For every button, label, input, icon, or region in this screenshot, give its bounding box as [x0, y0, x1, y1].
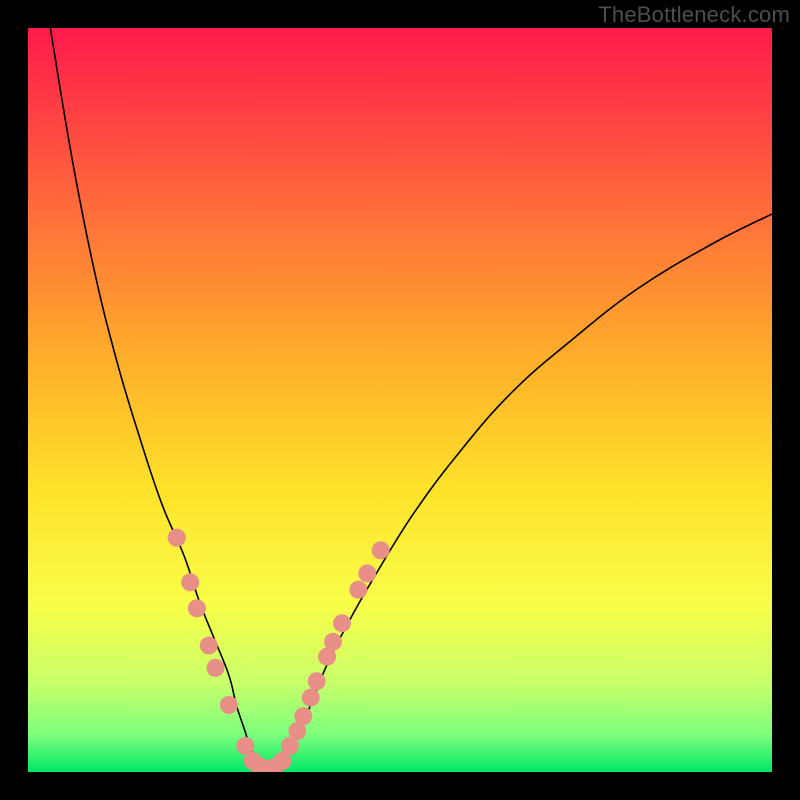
marker-dot: [358, 564, 376, 582]
marker-dot: [206, 659, 224, 677]
frame: TheBottleneck.com: [0, 0, 800, 800]
chart-canvas: [28, 28, 772, 772]
marker-dot: [333, 614, 351, 632]
watermark-text: TheBottleneck.com: [598, 2, 790, 28]
marker-dot: [220, 696, 238, 714]
marker-dot: [181, 573, 199, 591]
marker-dot: [349, 581, 367, 599]
marker-dot: [294, 707, 312, 725]
marker-dot: [372, 541, 390, 559]
marker-dot: [302, 689, 320, 707]
marker-dot: [324, 633, 342, 651]
marker-dot: [168, 529, 186, 547]
marker-dot: [188, 599, 206, 617]
gradient-background: [28, 28, 772, 772]
plot-area: [28, 28, 772, 772]
marker-dot: [308, 672, 326, 690]
marker-dot: [200, 637, 218, 655]
